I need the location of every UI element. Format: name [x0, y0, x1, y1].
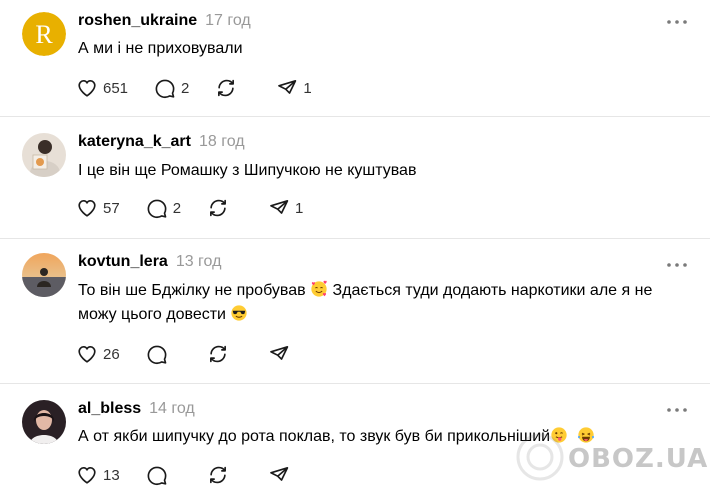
- timestamp[interactable]: 14 год: [149, 400, 195, 418]
- share-count: 1: [295, 199, 304, 217]
- repost-icon: [218, 79, 235, 97]
- comment-icon: [147, 345, 167, 365]
- post-roshen-ukraine: R roshen_ukraine 17 год А ми і не прихов…: [0, 0, 710, 116]
- share-button[interactable]: 1: [268, 196, 303, 220]
- repost-icon: [209, 466, 226, 484]
- post-text: А ми і не приховували: [78, 40, 243, 57]
- avatar[interactable]: [22, 133, 66, 177]
- like-button[interactable]: 26: [76, 342, 120, 366]
- like-button[interactable]: 57: [76, 196, 120, 220]
- user-photo-icon: [22, 400, 66, 444]
- post-text: І це він ще Ромашку з Шипучкою не куштув…: [78, 162, 417, 179]
- more-options-button[interactable]: [664, 400, 690, 420]
- send-icon: [269, 346, 288, 360]
- repost-button[interactable]: [207, 196, 242, 220]
- avatar[interactable]: R: [22, 12, 66, 56]
- more-options-icon: [667, 20, 687, 24]
- avatar-letter: R: [35, 20, 53, 49]
- more-options-button[interactable]: [664, 255, 690, 275]
- like-button[interactable]: 13: [76, 463, 120, 487]
- like-button[interactable]: 651: [76, 76, 128, 100]
- share-button[interactable]: [268, 463, 303, 487]
- username[interactable]: al_bless: [78, 400, 141, 418]
- timestamp[interactable]: 13 год: [176, 253, 222, 271]
- more-options-icon: [667, 408, 687, 412]
- post-text-part: А от якби шипучку до рота поклав, то зву…: [78, 428, 551, 445]
- like-count: 13: [103, 466, 120, 484]
- reply-button[interactable]: [146, 463, 181, 487]
- more-options-button[interactable]: [664, 12, 690, 32]
- reply-button[interactable]: 2: [154, 76, 189, 100]
- reply-button[interactable]: [146, 342, 181, 366]
- roshen-logo-icon: R: [22, 12, 66, 56]
- post-actions: 651 2 1: [76, 76, 338, 100]
- reply-count: 2: [181, 79, 190, 97]
- send-icon: [270, 200, 289, 214]
- send-icon: [278, 80, 297, 94]
- user-photo-icon: [22, 253, 66, 297]
- reply-count: 2: [172, 199, 182, 217]
- username[interactable]: kovtun_lera: [78, 253, 168, 271]
- username[interactable]: roshen_ukraine: [78, 12, 197, 30]
- share-button[interactable]: 1: [276, 76, 312, 100]
- watermark-text: OBOZ.UA: [568, 444, 709, 474]
- comment-icon: [147, 466, 167, 486]
- post-kovtun-lera: kovtun_lera 13 год То він ше Бджілку не …: [0, 239, 710, 383]
- post-header: roshen_ukraine 17 год: [78, 12, 251, 34]
- post-actions: 13: [76, 463, 329, 487]
- post-text-part: То він ше Бджілку не пробував: [78, 282, 306, 299]
- post-header: kovtun_lera 13 год: [78, 253, 221, 275]
- user-photo-icon: [22, 133, 66, 177]
- avatar[interactable]: [22, 400, 66, 444]
- sunglasses-face-emoji: [231, 305, 248, 321]
- repost-button[interactable]: [207, 463, 242, 487]
- timestamp[interactable]: 17 год: [205, 12, 251, 30]
- post-actions: 57 2 1: [76, 196, 329, 220]
- more-options-icon: [667, 263, 687, 267]
- post-actions: 26: [76, 342, 329, 366]
- post-header: kateryna_k_art 18 год: [78, 133, 245, 155]
- comments-thread: R roshen_ukraine 17 год А ми і не прихов…: [0, 0, 710, 503]
- heart-icon: [78, 200, 96, 217]
- username[interactable]: kateryna_k_art: [78, 133, 191, 151]
- like-count: 26: [103, 345, 120, 363]
- heart-icon: [78, 346, 96, 363]
- like-count: 651: [103, 79, 129, 97]
- timestamp[interactable]: 18 год: [199, 133, 245, 151]
- post-kateryna-k-art: kateryna_k_art 18 год І це він ще Ромашк…: [0, 117, 710, 238]
- post-text: То він ше Бджілку не пробував Здається т…: [78, 279, 678, 327]
- reply-button[interactable]: 2: [146, 196, 181, 220]
- comment-icon: [147, 199, 167, 219]
- share-count: 1: [303, 79, 312, 97]
- post-header: al_bless 14 год: [78, 400, 195, 422]
- avatar[interactable]: [22, 253, 66, 297]
- share-button[interactable]: [268, 342, 303, 366]
- repost-button[interactable]: [215, 76, 250, 100]
- heart-icon: [78, 80, 96, 97]
- send-icon: [269, 467, 288, 481]
- like-count: 57: [103, 199, 120, 217]
- repost-icon: [210, 199, 227, 217]
- comment-icon: [155, 79, 175, 99]
- smiling-face-with-hearts-emoji: [311, 280, 327, 297]
- repost-button[interactable]: [207, 342, 242, 366]
- heart-icon: [78, 467, 96, 484]
- repost-icon: [209, 345, 226, 363]
